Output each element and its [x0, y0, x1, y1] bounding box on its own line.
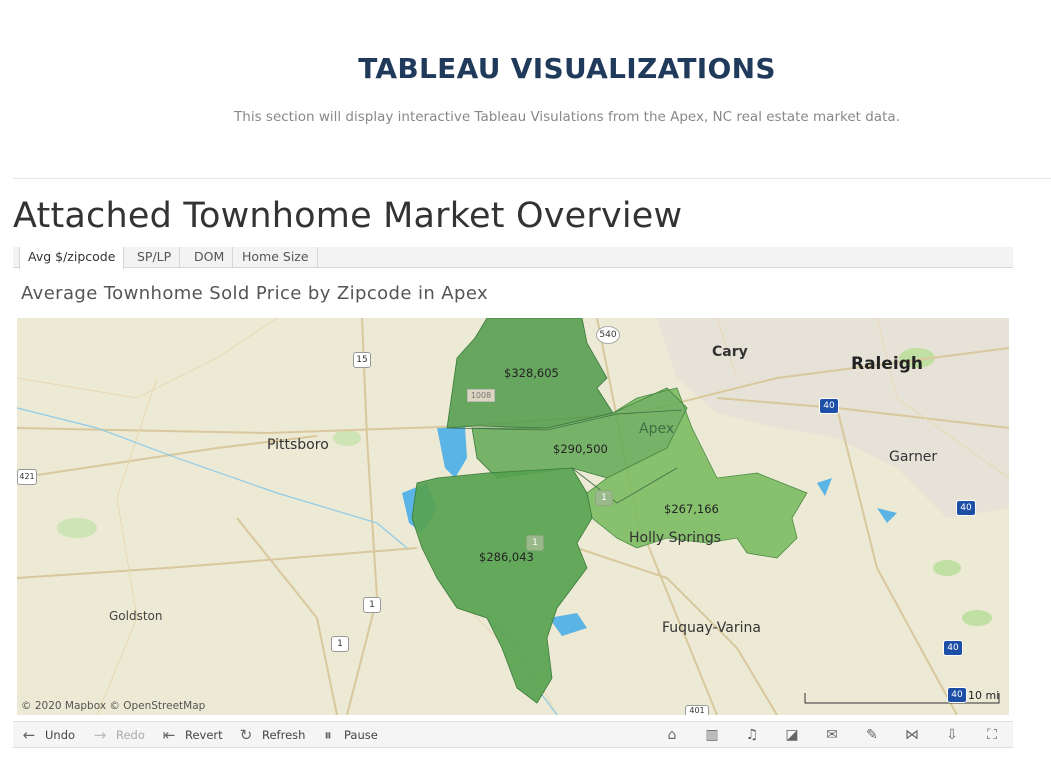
zip-value-north[interactable]: $328,605 [504, 366, 559, 380]
tab-sp-lp[interactable]: SP/LP [129, 247, 181, 268]
share-icon[interactable]: ⋈ [901, 725, 923, 745]
revert-button[interactable]: ⇤ Revert [162, 722, 223, 747]
zip-value-south[interactable]: $286,043 [479, 550, 534, 564]
road-shield-1c: 1 [363, 597, 381, 613]
fullscreen-icon[interactable]: ⛶ [981, 725, 1003, 745]
road-shield-540: 540 [596, 326, 620, 344]
zip-value-east[interactable]: $267,166 [664, 502, 719, 516]
redo-icon: → [93, 725, 107, 744]
refresh-label: Refresh [262, 727, 306, 742]
tab-avg-zipcode[interactable]: Avg $/zipcode [19, 247, 125, 269]
road-shield-1b: 1 [526, 535, 544, 551]
download-icon[interactable]: ⇩ [941, 725, 963, 745]
alert-icon[interactable]: ♫ [741, 725, 763, 745]
road-shield-1a: 1 [595, 490, 613, 506]
map-attribution[interactable]: © 2020 Mapbox © OpenStreetMap [21, 700, 205, 712]
city-pittsboro: Pittsboro [267, 437, 329, 453]
section-title: TABLEAU VISUALIZATIONS [358, 52, 776, 85]
metrics-icon[interactable]: ▥ [701, 725, 723, 745]
city-apex: Apex [639, 421, 675, 437]
tab-dom[interactable]: DOM [186, 247, 234, 268]
road-shield-401: 401 [685, 705, 709, 715]
tab-home-size[interactable]: Home Size [234, 247, 318, 268]
tag-icon[interactable]: ⌂ [661, 725, 683, 745]
city-fuquay-varina: Fuquay-Varina [662, 620, 761, 636]
zip-value-central[interactable]: $290,500 [553, 442, 608, 456]
undo-button[interactable]: ← Undo [22, 722, 75, 747]
subscribe-icon[interactable]: ✉ [821, 725, 843, 745]
road-shield-1008: 1008 [467, 389, 495, 402]
section-divider [13, 178, 1051, 179]
edit-icon[interactable]: ✎ [861, 725, 883, 745]
road-shield-40a: 40 [819, 398, 839, 414]
tableau-toolbar: ← Undo → Redo ⇤ Revert ↻ Refresh ⏸ Pause ⌂ ▥ … [13, 721, 1013, 748]
undo-icon: ← [22, 725, 36, 744]
road-shield-421: 421 [17, 469, 37, 485]
refresh-button[interactable]: ↻ Refresh [239, 722, 306, 747]
pause-icon: ⏸ [324, 725, 332, 744]
zipcode-map[interactable]: 540 15 1008 40 40 40 40 421 1 1 1 1 401 … [17, 318, 1009, 715]
pause-label: Pause [344, 727, 378, 742]
pause-button[interactable]: ⏸ Pause [321, 722, 378, 747]
viz-title: Average Townhome Sold Price by Zipcode i… [21, 283, 489, 304]
redo-label: Redo [116, 727, 145, 742]
revert-label: Revert [185, 727, 223, 742]
city-cary: Cary [712, 344, 748, 360]
undo-label: Undo [45, 727, 76, 742]
map-scale-label: 10 mi [968, 689, 1000, 702]
city-holly-springs: Holly Springs [629, 530, 722, 546]
city-goldston: Goldston [109, 609, 163, 623]
city-garner: Garner [889, 449, 938, 465]
tab-bar: Avg $/zipcode SP/LP DOM Home Size [13, 247, 1013, 269]
refresh-icon: ↻ [239, 725, 253, 744]
road-shield-1d: 1 [331, 636, 349, 652]
road-shield-15: 15 [353, 352, 371, 368]
road-shield-40c: 40 [943, 640, 963, 656]
road-shield-40b: 40 [956, 500, 976, 516]
viz-heading: Attached Townhome Market Overview [13, 196, 683, 236]
road-shield-40d: 40 [947, 687, 967, 703]
trend-icon[interactable]: ◪ [781, 725, 803, 745]
revert-icon: ⇤ [162, 725, 176, 744]
redo-button[interactable]: → Redo [93, 722, 145, 747]
city-raleigh: Raleigh [851, 354, 924, 374]
section-subtitle: This section will display interactive Ta… [234, 109, 900, 125]
